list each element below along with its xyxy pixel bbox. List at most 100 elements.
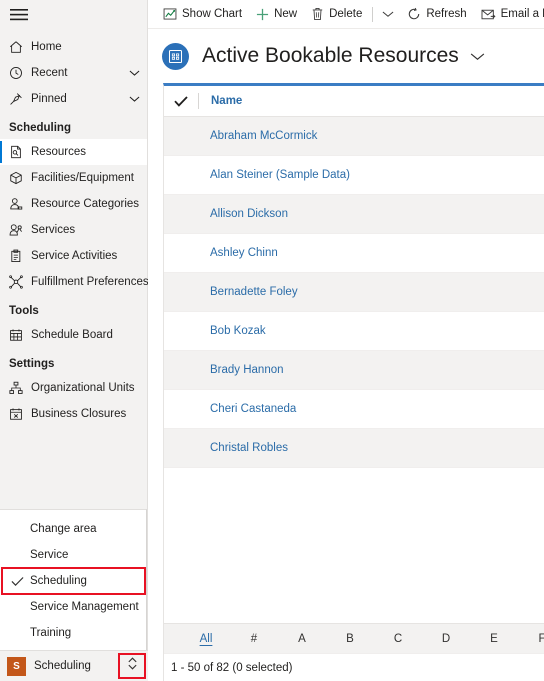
table-row[interactable]: Abraham McCormick — [164, 117, 544, 156]
calendar-x-icon — [9, 407, 26, 421]
change-area-flyout: Change area Service Scheduling Service M… — [0, 509, 147, 650]
primary-nav-list: Home Recent Pinned — [0, 30, 147, 112]
sidebar-item-label: Resources — [31, 146, 86, 158]
sidebar-item-facilities-equipment[interactable]: Facilities/Equipment — [0, 165, 147, 191]
column-header-name[interactable]: Name — [199, 95, 242, 107]
alpha-filter-c[interactable]: C — [374, 633, 422, 645]
sidebar-item-resources[interactable]: Resources — [0, 139, 147, 165]
area-option-label: Training — [30, 627, 72, 639]
command-label: Show Chart — [182, 8, 243, 20]
org-chart-icon — [9, 381, 26, 395]
preferences-icon — [9, 275, 26, 289]
view-selector-chevron-down-icon[interactable] — [470, 52, 485, 61]
main-content: Show Chart New Delete Refresh Email a Ac… — [148, 0, 544, 681]
change-area-heading-label: Change area — [30, 523, 97, 535]
hamburger-menu-button[interactable] — [0, 0, 148, 30]
change-area-heading: Change area — [0, 516, 146, 542]
area-option-service-management[interactable]: Service Management — [0, 594, 146, 620]
alpha-filter-a[interactable]: A — [278, 633, 326, 645]
select-all-checkbox[interactable] — [164, 95, 198, 107]
clipboard-icon — [9, 249, 26, 263]
cell-name[interactable]: Abraham McCormick — [164, 130, 317, 142]
command-label: Refresh — [426, 8, 467, 20]
alpha-filter-b[interactable]: B — [326, 633, 374, 645]
cell-name[interactable]: Alan Steiner (Sample Data) — [164, 169, 350, 181]
cell-name[interactable]: Brady Hannon — [164, 364, 284, 376]
plus-icon — [256, 8, 269, 21]
sidebar-item-fulfillment-preferences[interactable]: Fulfillment Preferences — [0, 269, 149, 295]
delete-button[interactable]: Delete — [304, 0, 369, 28]
cell-name[interactable]: Bob Kozak — [164, 325, 266, 337]
group-heading-scheduling: Scheduling — [9, 122, 71, 134]
chart-icon — [163, 7, 177, 21]
hamburger-icon — [10, 9, 28, 21]
sidebar-item-label: Schedule Board — [31, 329, 113, 341]
more-commands-button[interactable] — [376, 0, 400, 28]
group-heading-tools: Tools — [9, 305, 39, 317]
area-option-service[interactable]: Service — [0, 542, 146, 568]
table-row[interactable]: Allison Dickson — [164, 195, 544, 234]
alpha-filter-all[interactable]: All — [182, 633, 230, 645]
sidebar-item-business-closures[interactable]: Business Closures — [0, 401, 147, 427]
checkmark-icon — [4, 576, 30, 587]
area-switcher-toggle-button[interactable] — [118, 653, 146, 679]
alpha-filter-hash[interactable]: # — [230, 633, 278, 645]
sidebar-item-home[interactable]: Home — [0, 34, 147, 60]
command-label: New — [274, 8, 298, 20]
new-button[interactable]: New — [249, 0, 304, 28]
alpha-filter-f[interactable]: F — [518, 633, 544, 645]
email-link-icon — [481, 8, 496, 21]
cell-name[interactable]: Ashley Chinn — [164, 247, 278, 259]
table-row[interactable]: Bob Kozak — [164, 312, 544, 351]
record-count-text: 1 - 50 of 82 (0 selected) — [171, 661, 293, 674]
alpha-filter-d[interactable]: D — [422, 633, 470, 645]
area-option-training[interactable]: Training — [0, 620, 146, 646]
home-icon — [9, 40, 26, 54]
cell-name[interactable]: Allison Dickson — [164, 208, 288, 220]
chevron-down-icon[interactable] — [127, 69, 141, 77]
alphabet-filter-bar: All # A B C D E F — [164, 623, 544, 653]
table-row[interactable]: Christal Robles — [164, 429, 544, 468]
area-switcher-label: Scheduling — [34, 660, 91, 672]
area-badge: S — [7, 656, 26, 676]
calendar-board-icon — [9, 328, 26, 342]
table-row[interactable]: Ashley Chinn — [164, 234, 544, 273]
sidebar-item-label: Recent — [31, 67, 68, 79]
refresh-button[interactable]: Refresh — [400, 0, 473, 28]
table-row[interactable]: Cheri Castaneda — [164, 390, 544, 429]
sidebar-item-resource-categories[interactable]: Resource Categories — [0, 191, 147, 217]
command-label: Delete — [329, 8, 363, 20]
sidebar-item-label: Resource Categories — [31, 198, 140, 210]
sidebar-item-label: Pinned — [31, 93, 67, 105]
trash-icon — [311, 7, 324, 21]
pin-icon — [9, 92, 26, 106]
cell-name[interactable]: Christal Robles — [164, 442, 288, 454]
table-row[interactable]: Brady Hannon — [164, 351, 544, 390]
person-category-icon — [9, 197, 26, 211]
area-option-label: Service Management — [30, 601, 139, 613]
show-chart-button[interactable]: Show Chart — [156, 0, 249, 28]
area-option-scheduling[interactable]: Scheduling — [1, 567, 146, 595]
sidebar-item-recent[interactable]: Recent — [0, 60, 147, 86]
sidebar-item-label: Organizational Units — [31, 382, 135, 394]
chevron-down-icon — [382, 10, 394, 18]
record-count-status: 1 - 50 of 82 (0 selected) — [164, 653, 544, 681]
email-a-link-button[interactable]: Email a Link — [474, 0, 544, 28]
sidebar-item-label: Facilities/Equipment — [31, 172, 134, 184]
sidebar-item-label: Business Closures — [31, 408, 127, 420]
sidebar-item-services[interactable]: Services — [0, 217, 147, 243]
sidebar-item-pinned[interactable]: Pinned — [0, 86, 147, 112]
box-icon — [9, 171, 26, 185]
table-row[interactable]: Bernadette Foley — [164, 273, 544, 312]
view-title-bar: Active Bookable Resources — [148, 29, 544, 83]
sidebar-item-organizational-units[interactable]: Organizational Units — [0, 375, 147, 401]
table-row[interactable]: Alan Steiner (Sample Data) — [164, 156, 544, 195]
chevron-down-icon[interactable] — [127, 95, 141, 103]
area-switcher-bar[interactable]: S Scheduling — [0, 650, 148, 681]
sidebar-item-schedule-board[interactable]: Schedule Board — [0, 322, 147, 348]
sidebar-item-service-activities[interactable]: Service Activities — [0, 243, 147, 269]
cell-name[interactable]: Cheri Castaneda — [164, 403, 296, 415]
cell-name[interactable]: Bernadette Foley — [164, 286, 298, 298]
refresh-icon — [407, 7, 421, 21]
alpha-filter-e[interactable]: E — [470, 633, 518, 645]
